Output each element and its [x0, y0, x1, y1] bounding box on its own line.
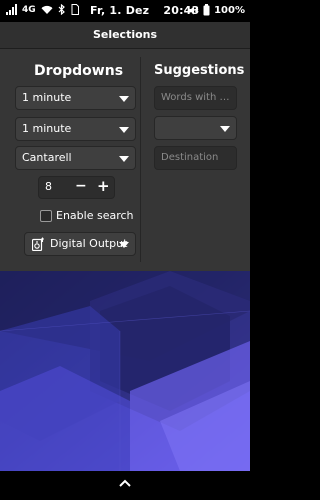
increment-button[interactable]: +	[97, 177, 110, 195]
wifi-icon	[41, 5, 53, 14]
desktop-wallpaper	[0, 271, 250, 471]
battery-icon	[203, 4, 210, 16]
dropdown-value: 1 minute	[22, 122, 72, 135]
suggestions-heading: Suggestions	[154, 63, 245, 78]
column-separator	[140, 57, 141, 262]
sim-icon	[71, 4, 79, 15]
page-title: Selections	[92, 28, 158, 41]
audio-output-label: Digital Output	[50, 237, 128, 250]
main-content: Dropdowns 1 minute 1 minute Cantarell 8 …	[0, 49, 250, 271]
checkbox-label[interactable]: Enable search	[56, 209, 134, 222]
network-type-label: 4G	[22, 4, 36, 15]
battery-percentage: 100%	[214, 4, 245, 16]
status-right-group: 100%	[188, 4, 245, 16]
checkbox-box[interactable]	[40, 210, 52, 222]
mute-icon	[189, 6, 199, 14]
dropdown-value: Cantarell	[22, 151, 72, 164]
destination-entry[interactable]: Destination	[154, 146, 237, 170]
entry-placeholder: Words with …	[161, 92, 230, 103]
bluetooth-icon	[58, 4, 65, 15]
interval-dropdown-2[interactable]: 1 minute	[15, 117, 136, 141]
suggestions-column: Suggestions Words with … Destination	[154, 49, 245, 271]
dropdown-arrow-icon	[119, 156, 129, 162]
signal-icon	[6, 4, 17, 15]
dropdown-arrow-icon	[119, 96, 129, 102]
dropdown-value: 1 minute	[22, 91, 72, 104]
audio-output-dropdown[interactable]: Digital Output	[24, 232, 136, 256]
font-dropdown[interactable]: Cantarell	[15, 146, 136, 170]
number-spin-button[interactable]: 8 − +	[38, 176, 115, 199]
dropdown-arrow-icon	[119, 127, 129, 133]
entry-placeholder: Destination	[161, 152, 219, 163]
words-search-entry[interactable]: Words with …	[154, 86, 237, 110]
spin-value[interactable]: 8	[45, 180, 52, 193]
wallpaper-pattern	[0, 271, 250, 471]
bottom-bar	[0, 471, 250, 500]
dropdown-arrow-icon	[119, 242, 129, 248]
status-clock: Fr, 1. Dez 20:43	[90, 4, 199, 17]
chevron-up-icon[interactable]	[119, 479, 131, 487]
status-left-group: 4G	[6, 4, 79, 15]
status-bar: 4G Fr, 1. Dez 20:43 100%	[0, 0, 250, 22]
dropdowns-column: Dropdowns 1 minute 1 minute Cantarell 8 …	[10, 49, 136, 271]
dropdown-arrow-icon	[220, 126, 230, 132]
interval-dropdown-1[interactable]: 1 minute	[15, 86, 136, 110]
suggestion-combo[interactable]	[154, 116, 237, 140]
status-date: Fr, 1. Dez	[90, 4, 150, 17]
decrement-button[interactable]: −	[75, 178, 87, 194]
dropdowns-heading: Dropdowns	[34, 63, 124, 79]
audio-output-icon	[32, 237, 44, 251]
header-bar: Selections	[0, 22, 250, 49]
